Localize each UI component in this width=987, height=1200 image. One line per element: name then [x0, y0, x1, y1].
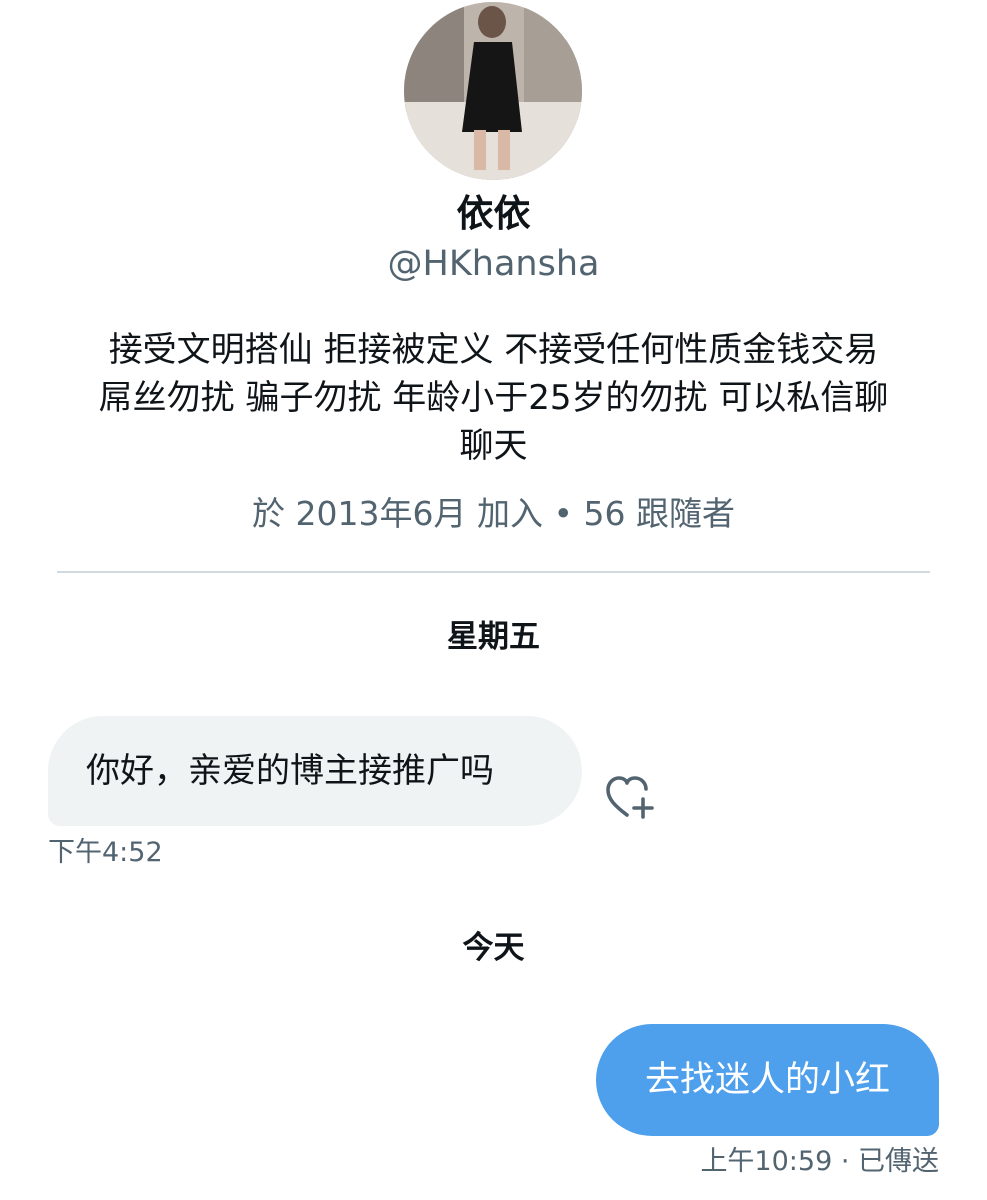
- incoming-message-bubble[interactable]: 你好，亲爱的博主接推广吗: [48, 716, 582, 826]
- avatar-photo: [404, 2, 582, 180]
- message-timestamp: 上午10:59: [700, 1146, 833, 1177]
- status-separator: ·: [832, 1146, 858, 1177]
- bio-line: 接受文明搭仙 拒接被定义 不接受任何性质金钱交易: [108, 330, 879, 370]
- date-separator: 星期五: [447, 619, 540, 655]
- add-reaction-button[interactable]: [605, 774, 657, 822]
- message-timestamp: 下午4:52: [48, 837, 163, 868]
- date-separator: 今天: [462, 930, 525, 966]
- profile-bio: 接受文明搭仙 拒接被定义 不接受任何性质金钱交易 屌丝勿扰 骗子勿扰 年龄小于2…: [40, 326, 947, 470]
- user-handle[interactable]: @HKhansha: [0, 240, 987, 288]
- heart-plus-icon: [606, 776, 654, 819]
- meta-separator: •: [543, 494, 584, 533]
- profile-avatar[interactable]: [404, 2, 582, 180]
- profile-meta: 於 2013年6月 加入 • 56 跟隨者: [0, 490, 987, 538]
- delivery-status: 已傳送: [858, 1146, 939, 1177]
- followers-count[interactable]: 56 跟隨者: [583, 494, 734, 533]
- outgoing-message-bubble[interactable]: 去找迷人的小红: [596, 1024, 939, 1136]
- bio-line: 聊天: [459, 426, 528, 466]
- divider: [57, 571, 930, 573]
- bio-line: 屌丝勿扰 骗子勿扰 年龄小于25岁的勿扰 可以私信聊: [98, 378, 889, 418]
- join-date: 於 2013年6月 加入: [252, 494, 544, 533]
- display-name: 依依: [456, 192, 531, 235]
- message-status: 上午10:59 · 已傳送: [700, 1145, 939, 1179]
